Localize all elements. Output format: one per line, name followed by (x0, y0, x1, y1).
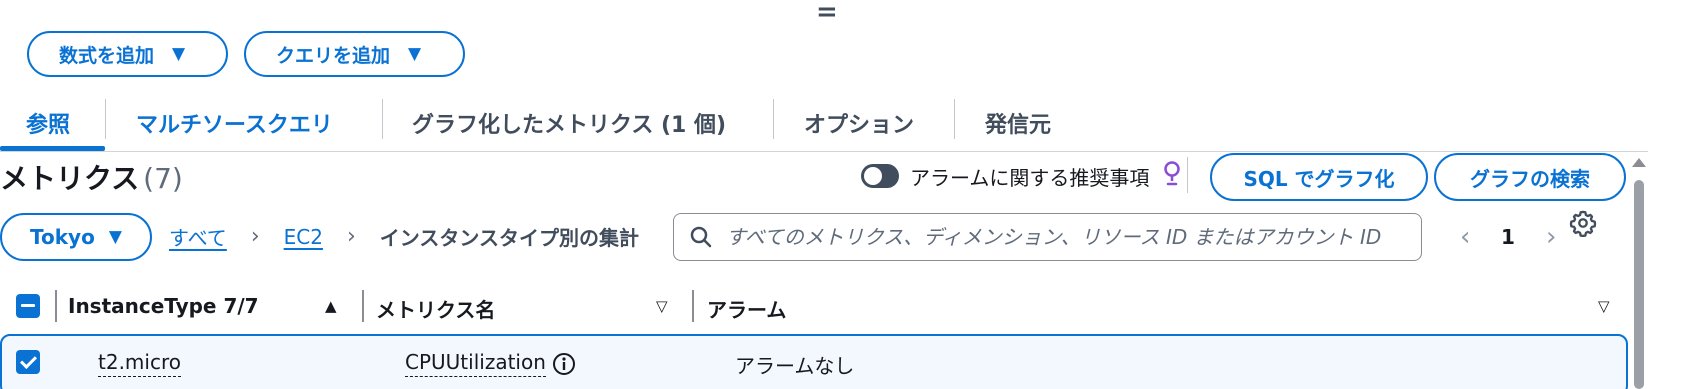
caret-down-icon: ▼ (172, 44, 186, 64)
tab-source[interactable]: 発信元 (985, 94, 1051, 152)
graph-search-button[interactable]: グラフの検索 (1434, 153, 1626, 201)
caret-down-icon: ▼ (408, 44, 422, 64)
breadcrumb: すべて › EC2 › インスタンスタイプ別の集計 (169, 222, 639, 251)
add-query-button[interactable]: クエリを追加 ▼ (244, 31, 465, 77)
instance-type-cell[interactable]: t2.micro (98, 350, 181, 377)
current-page-number[interactable]: 1 (1501, 225, 1515, 249)
breadcrumb-ec2[interactable]: EC2 (284, 225, 323, 249)
table-row[interactable]: t2.micro CPUUtilization アラームなし (0, 334, 1628, 389)
tab-graphed-metrics[interactable]: グラフ化したメトリクス (1 個) (412, 94, 726, 152)
column-divider (692, 290, 694, 322)
tab-divider (382, 99, 383, 139)
active-tab-indicator (0, 146, 105, 151)
sort-icon[interactable]: ▽ (1598, 297, 1610, 315)
select-all-checkbox[interactable] (16, 294, 40, 318)
drag-handle-icon[interactable]: = (816, 0, 838, 25)
lightbulb-icon (1164, 161, 1180, 186)
info-icon[interactable] (552, 352, 576, 376)
breadcrumb-all[interactable]: すべて (169, 222, 227, 251)
scroll-up-icon[interactable] (1632, 158, 1646, 167)
toggle-knob (864, 167, 882, 185)
column-header-metric-name[interactable]: メトリクス名 (376, 294, 495, 323)
column-divider (362, 290, 364, 322)
add-formula-button[interactable]: 数式を追加 ▼ (27, 31, 228, 77)
column-header-alarm[interactable]: アラーム (707, 294, 786, 323)
metrics-count: (7) (143, 162, 183, 195)
metric-name-cell[interactable]: CPUUtilization (405, 350, 546, 377)
region-selector[interactable]: Tokyo ▼ (0, 213, 152, 261)
search-input[interactable] (726, 225, 1406, 249)
tab-bar: 参照 マルチソースクエリ グラフ化したメトリクス (1 個) オプション 発信元 (0, 94, 1648, 152)
metrics-search-box[interactable] (673, 213, 1422, 261)
alarm-recommendations-toggle[interactable] (861, 164, 899, 188)
sort-ascending-icon[interactable]: ▲ (325, 297, 337, 315)
vertical-scrollbar[interactable] (1632, 158, 1646, 389)
chevron-right-icon: › (346, 224, 356, 249)
row-checkbox[interactable] (16, 350, 40, 374)
caret-down-icon: ▼ (108, 227, 122, 247)
previous-page-icon[interactable]: ‹ (1460, 222, 1470, 252)
tab-divider (773, 99, 774, 139)
add-formula-label: 数式を追加 (59, 44, 155, 67)
sort-icon[interactable]: ▽ (656, 297, 668, 315)
breadcrumb-current: インスタンスタイプ別の集計 (379, 226, 639, 250)
scroll-thumb[interactable] (1634, 180, 1644, 389)
tab-options[interactable]: オプション (804, 94, 914, 152)
tab-divider (105, 99, 106, 139)
search-icon (690, 226, 712, 248)
add-query-label: クエリを追加 (276, 44, 391, 67)
tab-divider (954, 99, 955, 139)
region-label: Tokyo (30, 225, 95, 249)
table-header: InstanceType 7/7 ▲ メトリクス名 ▽ アラーム ▽ (0, 285, 1630, 329)
gear-icon[interactable] (1569, 209, 1597, 237)
alarm-cell: アラームなし (735, 354, 855, 378)
column-header-instance-type[interactable]: InstanceType 7/7 (68, 294, 259, 318)
toolbar-divider (1187, 157, 1188, 193)
graph-with-sql-button[interactable]: SQL でグラフ化 (1210, 153, 1428, 201)
metrics-title: メトリクス (0, 162, 140, 195)
next-page-icon[interactable]: › (1546, 222, 1556, 252)
tab-multi-source-query[interactable]: マルチソースクエリ (136, 94, 333, 152)
column-divider (55, 290, 57, 322)
tab-browse[interactable]: 参照 (26, 94, 70, 152)
chevron-right-icon: › (250, 224, 260, 249)
alarm-recommendations-label: アラームに関する推奨事項 (910, 166, 1150, 190)
metrics-heading: メトリクス (7) (0, 157, 183, 197)
